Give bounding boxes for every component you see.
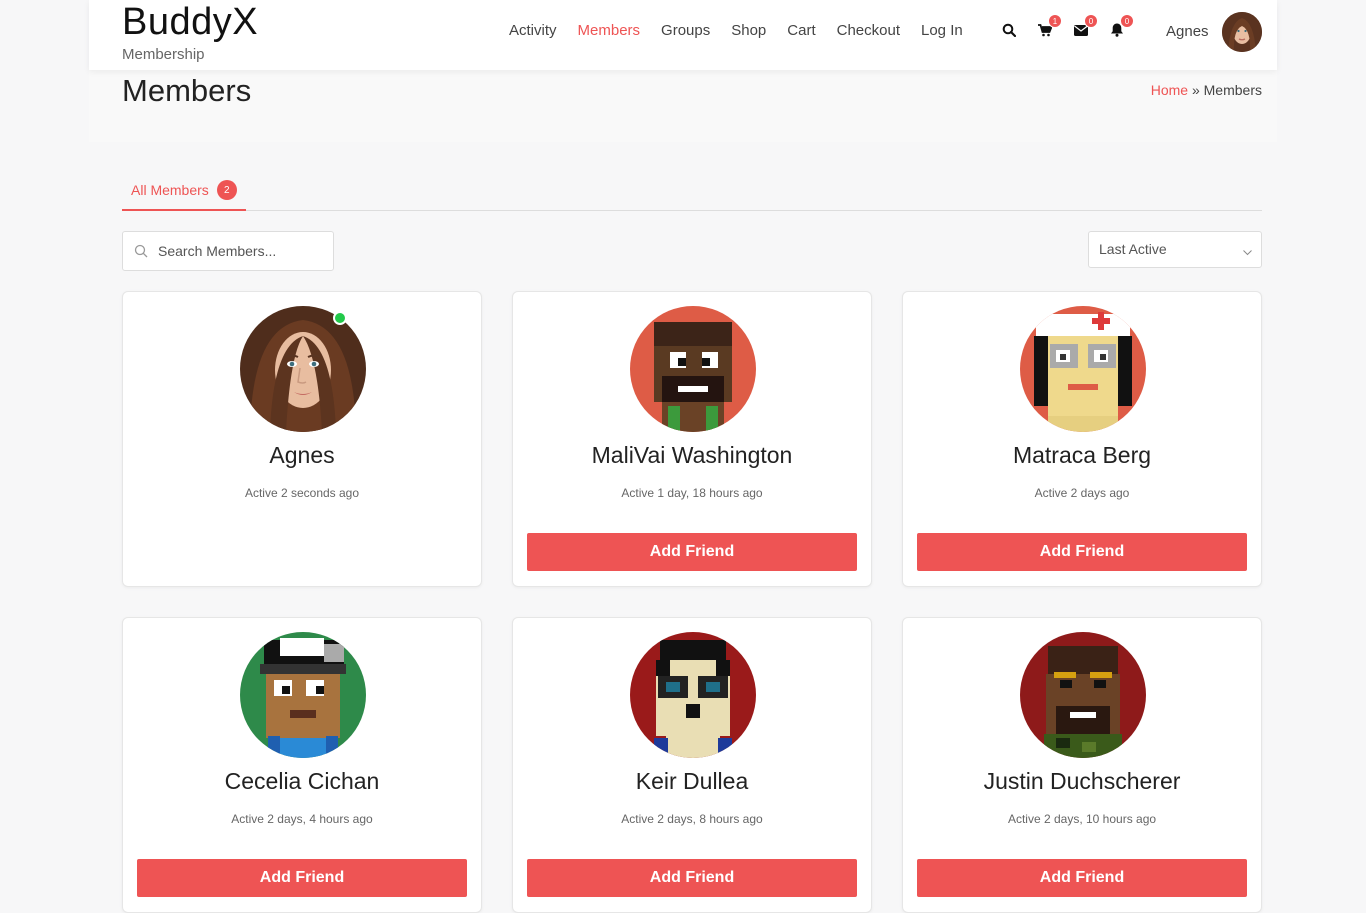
member-last-active: Active 2 days, 4 hours ago bbox=[231, 812, 373, 826]
page-header: Members Home » Members bbox=[89, 70, 1277, 142]
breadcrumb-current: Members bbox=[1203, 82, 1262, 98]
member-name[interactable]: Keir Dullea bbox=[513, 768, 871, 795]
member-last-active: Active 2 days, 8 hours ago bbox=[621, 812, 763, 826]
member-card: Cecelia Cichan Active 2 days, 4 hours ag… bbox=[122, 617, 482, 913]
member-last-active: Active 2 seconds ago bbox=[244, 486, 360, 500]
tab-all-members[interactable]: All Members 2 bbox=[122, 176, 246, 211]
bell-icon[interactable]: 0 bbox=[1110, 14, 1134, 40]
member-card: Matraca Berg Active 2 days ago Add Frien… bbox=[902, 291, 1262, 587]
member-last-active: Active 1 day, 18 hours ago bbox=[621, 486, 763, 500]
nav-checkout[interactable]: Checkout bbox=[837, 22, 900, 39]
breadcrumb-home[interactable]: Home bbox=[1151, 82, 1188, 98]
add-friend-button[interactable]: Add Friend bbox=[917, 533, 1247, 571]
brand-title[interactable]: BuddyX bbox=[122, 2, 258, 42]
online-status-dot bbox=[333, 311, 347, 325]
member-name[interactable]: Matraca Berg bbox=[903, 442, 1261, 469]
brand[interactable]: BuddyX Membership bbox=[122, 2, 258, 63]
tab-count-badge: 2 bbox=[216, 180, 237, 200]
member-avatar[interactable] bbox=[1020, 632, 1146, 758]
member-avatar[interactable] bbox=[1020, 306, 1146, 432]
nav-groups[interactable]: Groups bbox=[661, 22, 710, 39]
members-tabs: All Members 2 bbox=[122, 176, 1262, 211]
envelope-icon[interactable]: 0 bbox=[1074, 14, 1098, 40]
member-name[interactable]: MaliVai Washington bbox=[513, 442, 871, 469]
search-icon bbox=[134, 244, 148, 258]
member-last-active: Active 2 days ago bbox=[1034, 486, 1130, 500]
page-title: Members bbox=[122, 73, 252, 108]
member-name[interactable]: Agnes bbox=[123, 442, 481, 469]
member-avatar[interactable] bbox=[630, 632, 756, 758]
nav-members[interactable]: Members bbox=[578, 22, 641, 39]
add-friend-button[interactable]: Add Friend bbox=[137, 859, 467, 897]
member-last-active: Active 2 days, 10 hours ago bbox=[1007, 812, 1157, 826]
nav-cart[interactable]: Cart bbox=[787, 22, 815, 39]
main-nav: Activity Members Groups Shop Cart Checko… bbox=[509, 22, 963, 39]
cart-badge: 1 bbox=[1048, 14, 1062, 28]
member-avatar[interactable] bbox=[240, 632, 366, 758]
nav-shop[interactable]: Shop bbox=[731, 22, 766, 39]
member-avatar[interactable] bbox=[240, 306, 366, 432]
member-name[interactable]: Cecelia Cichan bbox=[123, 768, 481, 795]
nav-login[interactable]: Log In bbox=[921, 22, 963, 39]
search-input[interactable] bbox=[158, 243, 328, 259]
tab-label: All Members bbox=[131, 182, 209, 198]
header-icons: 1 0 0 bbox=[1002, 14, 1134, 40]
member-card: MaliVai Washington Active 1 day, 18 hour… bbox=[512, 291, 872, 587]
nav-activity[interactable]: Activity bbox=[509, 22, 557, 39]
user-avatar[interactable] bbox=[1222, 12, 1262, 52]
add-friend-button[interactable]: Add Friend bbox=[527, 859, 857, 897]
member-card: Justin Duchscherer Active 2 days, 10 hou… bbox=[902, 617, 1262, 913]
notifications-badge: 0 bbox=[1120, 14, 1134, 28]
search-box bbox=[122, 231, 334, 271]
search-icon[interactable] bbox=[1002, 20, 1016, 40]
user-name[interactable]: Agnes bbox=[1166, 23, 1209, 40]
member-name[interactable]: Justin Duchscherer bbox=[903, 768, 1261, 795]
add-friend-button[interactable]: Add Friend bbox=[917, 859, 1247, 897]
sort-select[interactable]: Last Active bbox=[1088, 231, 1262, 268]
brand-subtitle: Membership bbox=[122, 46, 205, 63]
messages-badge: 0 bbox=[1084, 14, 1098, 28]
sort-value: Last Active bbox=[1099, 241, 1167, 257]
breadcrumb: Home » Members bbox=[1151, 82, 1262, 98]
breadcrumb-separator: » bbox=[1191, 82, 1200, 98]
add-friend-button[interactable]: Add Friend bbox=[527, 533, 857, 571]
chevron-down-icon bbox=[1243, 243, 1252, 259]
member-card: Agnes Active 2 seconds ago bbox=[122, 291, 482, 587]
member-card: Keir Dullea Active 2 days, 8 hours ago A… bbox=[512, 617, 872, 913]
member-avatar[interactable] bbox=[630, 306, 756, 432]
cart-icon[interactable]: 1 bbox=[1038, 14, 1062, 40]
site-header: BuddyX Membership Activity Members Group… bbox=[89, 0, 1277, 70]
